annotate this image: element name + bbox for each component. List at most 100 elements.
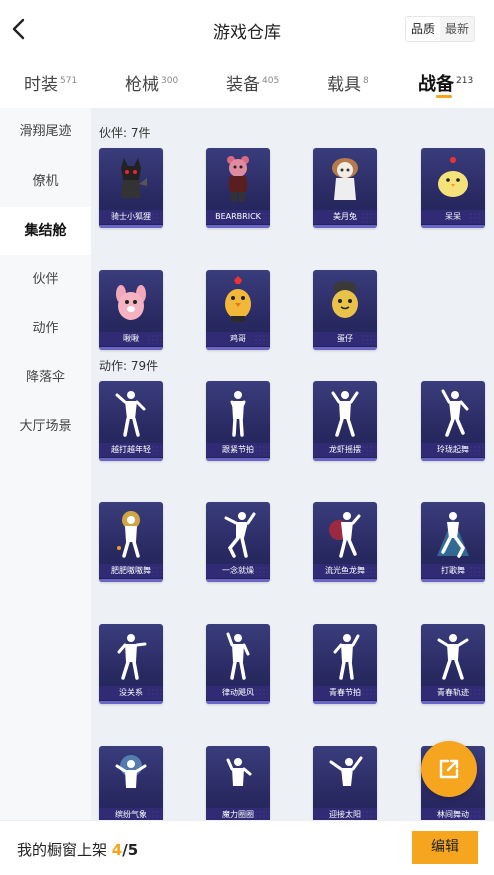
item-card[interactable]: 迎接太阳: [313, 746, 377, 820]
tab-readiness[interactable]: 战备 213: [418, 70, 473, 96]
item-card[interactable]: 打歌舞: [421, 502, 485, 582]
bottom-bar: 我的橱窗上架 4/5 编辑: [0, 820, 494, 875]
item-label: 律动飓风: [206, 686, 270, 700]
item-label: 肥肥嗷嗷舞: [99, 564, 163, 578]
item-card[interactable]: 玲珑起舞: [421, 381, 485, 461]
showcase-label: 我的橱窗上架: [17, 841, 108, 859]
dance-pose-icon: [329, 512, 361, 558]
dance-pose-icon: [226, 758, 252, 786]
sidebar-item-assembly-pod[interactable]: 集结舱: [0, 207, 91, 255]
showcase-status: 我的橱窗上架 4/5: [17, 839, 138, 860]
dance-pose-icon: [333, 634, 360, 680]
item-card[interactable]: 龙虾摇摆: [313, 381, 377, 461]
dance-pose-icon: [117, 634, 147, 680]
item-label: 骑士小狐狸: [99, 210, 163, 224]
item-card[interactable]: 呆呆: [421, 148, 485, 228]
showcase-count: 4: [111, 841, 123, 859]
item-label: 青春节拍: [313, 686, 377, 700]
bearbrick-figure-icon: [227, 156, 249, 202]
sidebar-item-lobby-scene[interactable]: 大厅场景: [0, 403, 91, 451]
sidebar-item-glide-trail[interactable]: 滑翔尾迹: [0, 108, 91, 156]
item-card[interactable]: 越打越年轻: [99, 381, 163, 461]
item-label: 越打越年轻: [99, 443, 163, 457]
tab-count: 300: [161, 76, 179, 86]
tab-guns[interactable]: 枪械 300: [125, 70, 178, 95]
item-grid: 伙伴: 7件 骑士小狐狸 BEARBRICK 美月兔 呆呆 啾啾 鸡哥 蛋仔 动…: [91, 108, 494, 820]
dance-pose-icon: [329, 756, 363, 786]
item-label: 蛋仔: [313, 332, 377, 346]
item-label: 林间舞动: [421, 808, 485, 820]
tab-label: 枪械: [125, 75, 159, 95]
dance-pose-icon: [437, 512, 469, 558]
tab-count: 213: [456, 76, 474, 86]
item-card[interactable]: 骑士小狐狸: [99, 148, 163, 228]
item-card[interactable]: 青春轨迹: [421, 624, 485, 704]
item-label: 呆呆: [421, 210, 485, 224]
dance-pose-icon: [117, 511, 140, 558]
dance-pose-icon: [224, 512, 256, 558]
chicken-bro-figure-icon: [225, 276, 251, 322]
fox-knight-figure-icon: [121, 158, 147, 198]
showcase-total: 5: [127, 841, 139, 859]
tab-label: 战备: [418, 74, 454, 95]
top-bar: 游戏仓库 品质 最新: [0, 0, 494, 58]
active-tab-indicator: [436, 95, 452, 98]
item-label: 鸡哥: [206, 332, 270, 346]
item-label: 龙虾摇摆: [313, 443, 377, 457]
sort-option-latest[interactable]: 最新: [440, 17, 474, 41]
item-card[interactable]: 一念就燥: [206, 502, 270, 582]
item-card[interactable]: 青春节拍: [313, 624, 377, 704]
item-label: 打歌舞: [421, 564, 485, 578]
item-card[interactable]: 啾啾: [99, 270, 163, 350]
sidebar-item-action[interactable]: 动作: [0, 305, 91, 353]
chick-figure-icon: [438, 157, 468, 197]
item-label: 迎接太阳: [313, 808, 377, 820]
item-card[interactable]: 魔力圈圈: [206, 746, 270, 820]
item-card[interactable]: 律动飓风: [206, 624, 270, 704]
item-label: 跟紧节拍: [206, 443, 270, 457]
item-card[interactable]: 缤纷气象: [99, 746, 163, 820]
tab-vehicles[interactable]: 载具 8: [327, 70, 369, 95]
item-label: 没关系: [99, 686, 163, 700]
sort-toggle[interactable]: 品质 最新: [405, 16, 476, 42]
dance-pose-icon: [115, 391, 146, 437]
item-label: 啾啾: [99, 332, 163, 346]
dance-pose-icon: [331, 391, 359, 437]
item-label: 魔力圈圈: [206, 808, 270, 820]
item-label: 缤纷气象: [99, 808, 163, 820]
dance-pose-icon: [115, 755, 147, 788]
jiujiu-figure-icon: [116, 285, 146, 320]
tab-label: 装备: [226, 75, 260, 95]
dance-pose-icon: [230, 391, 246, 437]
sidebar-item-companion[interactable]: 伙伴: [0, 256, 91, 304]
tab-fashion[interactable]: 时装 571: [24, 70, 77, 95]
tab-count: 8: [363, 76, 369, 86]
tab-label: 载具: [327, 75, 361, 95]
dance-pose-icon: [441, 389, 469, 437]
item-card[interactable]: 跟紧节拍: [206, 381, 270, 461]
item-label: 玲珑起舞: [421, 443, 485, 457]
sidebar-item-parachute[interactable]: 降落伞: [0, 354, 91, 402]
tab-equipment[interactable]: 装备 405: [226, 70, 279, 95]
item-card[interactable]: 蛋仔: [313, 270, 377, 350]
item-card[interactable]: BEARBRICK: [206, 148, 270, 228]
dance-pose-icon: [437, 634, 469, 680]
category-tabs: 时装 571 枪械 300 装备 405 载具 8 战备 213: [0, 58, 494, 108]
sidebar: 滑翔尾迹 僚机 集结舱 伙伴 动作 降落伞 大厅场景: [0, 108, 91, 820]
tab-label: 时装: [24, 75, 58, 95]
item-card[interactable]: 肥肥嗷嗷舞: [99, 502, 163, 582]
sidebar-item-wingman[interactable]: 僚机: [0, 158, 91, 206]
dance-pose-icon: [226, 632, 250, 680]
share-fab-button[interactable]: [421, 741, 477, 797]
item-card[interactable]: 没关系: [99, 624, 163, 704]
tab-count: 571: [60, 76, 78, 86]
section-title-companions: 伙伴: 7件: [99, 126, 151, 140]
item-card[interactable]: 美月兔: [313, 148, 377, 228]
sort-option-quality[interactable]: 品质: [406, 17, 441, 41]
section-title-actions: 动作: 79件: [99, 359, 159, 373]
item-card[interactable]: 鸡哥: [206, 270, 270, 350]
egg-boy-figure-icon: [332, 281, 358, 318]
edit-button[interactable]: 编辑: [412, 831, 478, 864]
item-card[interactable]: 流光鱼龙舞: [313, 502, 377, 582]
moon-rabbit-figure-icon: [332, 158, 358, 200]
